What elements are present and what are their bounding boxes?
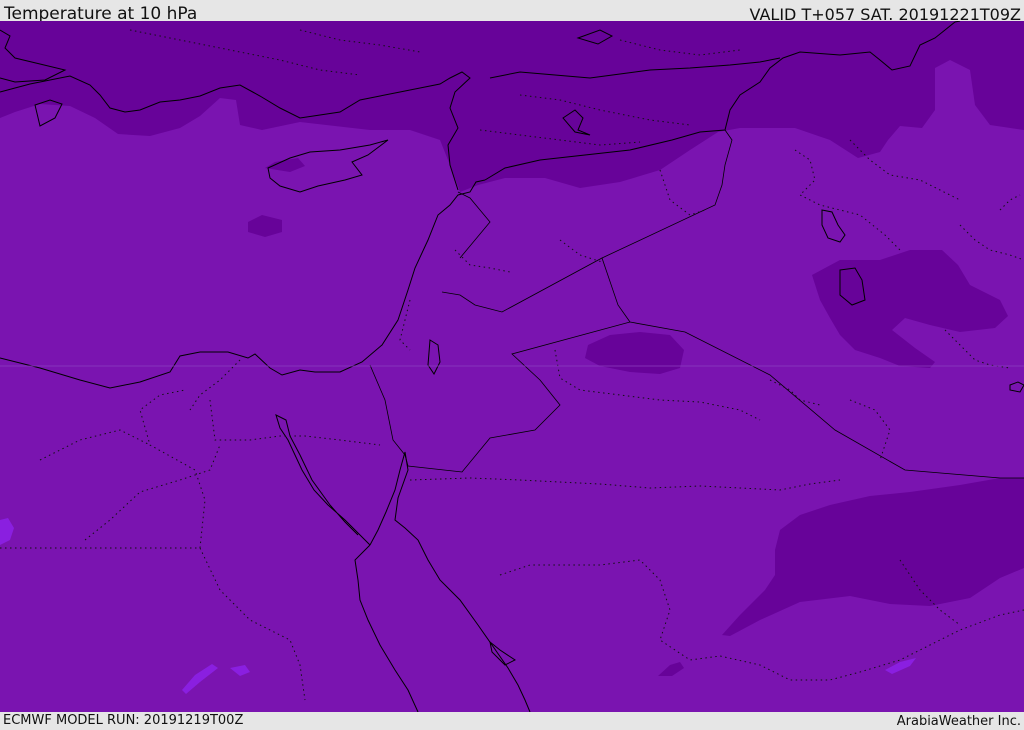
footer-bar: ECMWF MODEL RUN: 20191219T00Z ArabiaWeat… xyxy=(0,712,1024,729)
model-run-label: ECMWF MODEL RUN: 20191219T00Z xyxy=(3,713,244,728)
header-bar: Temperature at 10 hPa VALID T+057 SAT. 2… xyxy=(0,0,1024,24)
temperature-map xyxy=(0,21,1024,712)
credit-label: ArabiaWeather Inc. xyxy=(896,714,1021,729)
